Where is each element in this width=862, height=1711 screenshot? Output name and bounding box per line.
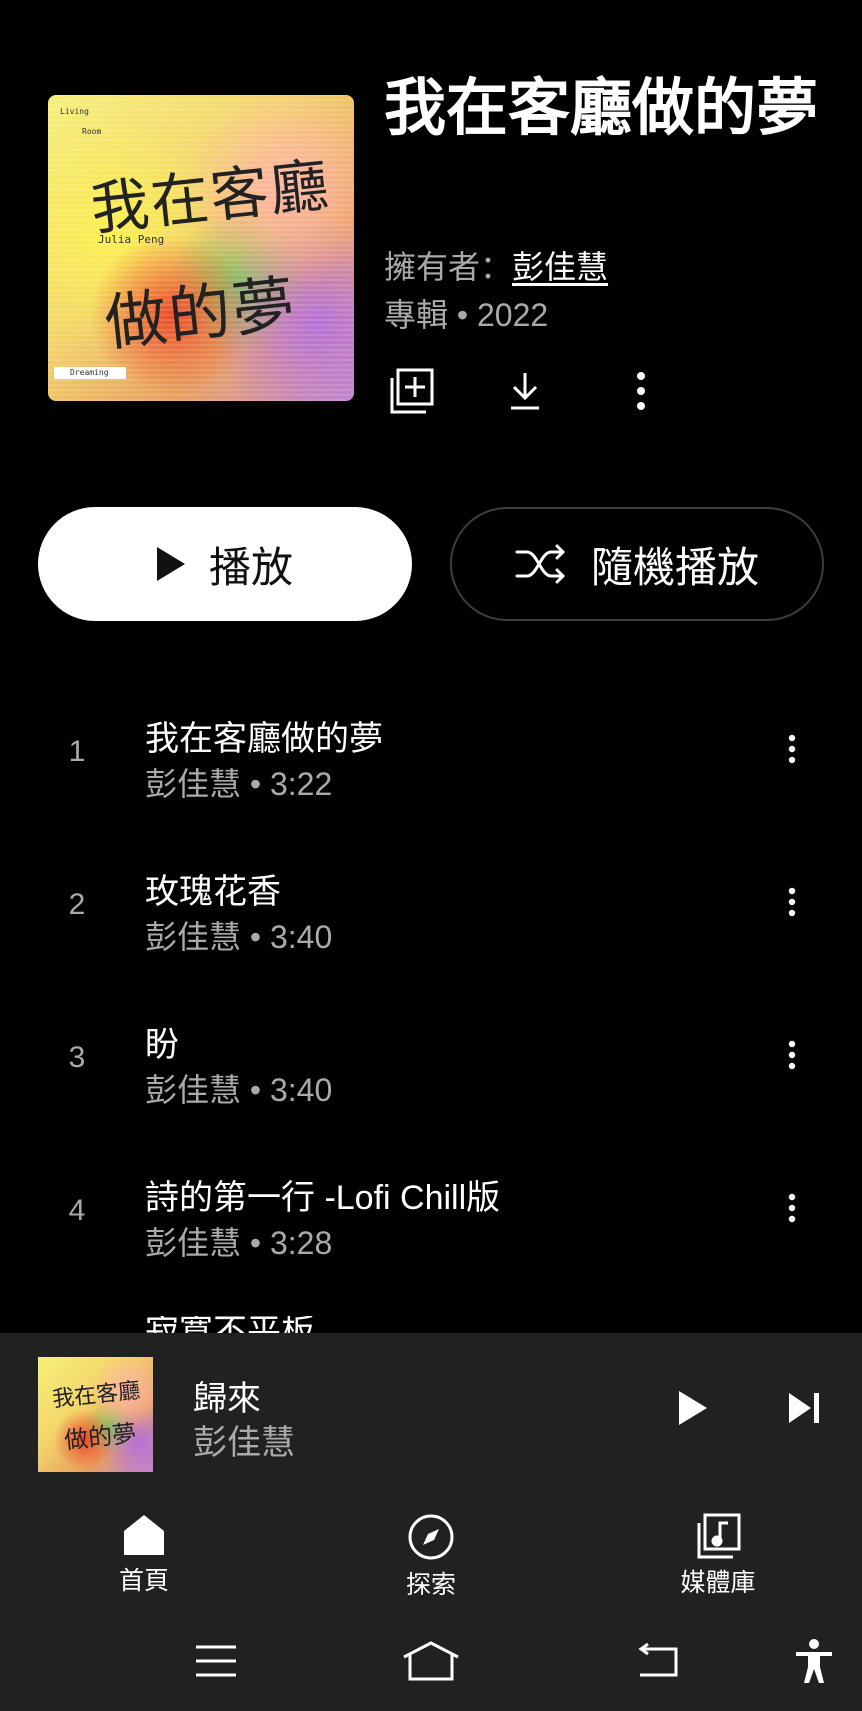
track-subtitle: 彭佳慧 • 3:28	[145, 1225, 333, 1261]
compass-icon	[408, 1514, 454, 1560]
track-number: 1	[68, 735, 86, 768]
track-more-button[interactable]	[776, 1184, 808, 1232]
now-playing-art: 我在客廳 做的夢	[38, 1357, 153, 1472]
track-row[interactable]: 2 玫瑰花香 彭佳慧 • 3:40	[0, 846, 862, 956]
nav-home[interactable]: 首頁	[74, 1513, 214, 1597]
more-vert-icon	[788, 1193, 796, 1223]
more-options-button[interactable]	[612, 362, 670, 420]
recent-apps-icon	[196, 1645, 236, 1677]
system-home-button[interactable]	[401, 1639, 461, 1683]
nav-label: 媒體庫	[680, 1569, 756, 1597]
home-icon	[124, 1515, 164, 1555]
back-icon	[638, 1643, 678, 1677]
track-more-button[interactable]	[776, 1031, 808, 1079]
owner-link[interactable]: 彭佳慧	[512, 249, 608, 285]
download-button[interactable]	[496, 362, 554, 420]
track-title: 寂寞不平板	[145, 1316, 315, 1333]
album-meta: 專輯 • 2022	[384, 297, 549, 333]
cover-artist: Julia Peng	[98, 233, 165, 246]
album-owner: 擁有者：彭佳慧	[384, 242, 608, 288]
more-vert-icon	[788, 887, 796, 917]
more-vert-icon	[788, 1040, 796, 1070]
bottom-nav: 首頁 探索 媒體庫	[0, 1493, 862, 1603]
add-to-library-button[interactable]	[382, 362, 440, 420]
mini-play-button[interactable]	[668, 1383, 718, 1433]
play-icon	[679, 1391, 707, 1425]
play-label: 播放	[208, 543, 293, 591]
track-row[interactable]: 4 詩的第一行 -Lofi Chill版 彭佳慧 • 3:28	[0, 1152, 862, 1262]
album-title: 我在客廳做的夢	[384, 74, 819, 143]
album-cover: Living Room 我在客廳 Julia Peng 做的夢 Dreaming	[48, 95, 354, 401]
track-title: 我在客廳做的夢	[145, 720, 383, 758]
shuffle-button[interactable]: 隨機播放	[450, 507, 824, 621]
play-icon	[156, 547, 185, 581]
back-button[interactable]	[628, 1639, 688, 1683]
nav-label: 探索	[405, 1571, 456, 1599]
track-number: 2	[68, 888, 86, 921]
library-music-icon	[697, 1513, 741, 1559]
track-more-button[interactable]	[776, 725, 808, 773]
next-button[interactable]	[780, 1383, 830, 1433]
cover-label: Room	[82, 127, 102, 136]
more-vert-icon	[637, 372, 645, 410]
track-row[interactable]: 1 我在客廳做的夢 彭佳慧 • 3:22	[0, 693, 862, 803]
home-icon	[403, 1641, 459, 1681]
mini-player[interactable]: 我在客廳 做的夢 歸來 彭佳慧	[0, 1333, 862, 1493]
cover-label: Living	[60, 107, 89, 116]
track-subtitle: 彭佳慧 • 3:22	[145, 766, 333, 802]
track-number: 3	[68, 1041, 86, 1074]
track-subtitle: 彭佳慧 • 3:40	[145, 1072, 333, 1108]
track-title: 詩的第一行 -Lofi Chill版	[145, 1179, 501, 1217]
owner-label: 擁有者：	[384, 249, 513, 285]
system-nav-bar	[0, 1603, 862, 1711]
art-title-line: 我在客廳	[51, 1378, 142, 1413]
track-more-button[interactable]	[776, 878, 808, 926]
recent-apps-button[interactable]	[186, 1639, 246, 1683]
play-button[interactable]: 播放	[38, 507, 412, 621]
track-subtitle: 彭佳慧 • 3:40	[145, 919, 333, 955]
cover-label: Dreaming	[70, 368, 109, 377]
download-icon	[511, 373, 539, 410]
accessibility-button[interactable]	[784, 1639, 844, 1683]
nav-label: 首頁	[118, 1567, 169, 1595]
nav-explore[interactable]: 探索	[361, 1513, 501, 1601]
shuffle-icon	[515, 544, 565, 584]
art-title-line: 做的夢	[62, 1419, 138, 1455]
shuffle-label: 隨機播放	[590, 543, 759, 591]
track-title: 盼	[145, 1026, 179, 1064]
add-to-library-icon	[390, 368, 434, 414]
track-row[interactable]: 3 盼 彭佳慧 • 3:40	[0, 999, 862, 1109]
track-row-partial[interactable]: 寂寞不平板	[145, 1316, 315, 1333]
now-playing-title: 歸來	[193, 1380, 261, 1418]
more-vert-icon	[788, 734, 796, 764]
now-playing-artist: 彭佳慧	[193, 1424, 295, 1462]
nav-library[interactable]: 媒體庫	[648, 1513, 788, 1599]
track-title: 玫瑰花香	[145, 873, 281, 911]
track-number: 4	[68, 1194, 86, 1227]
accessibility-icon	[796, 1639, 832, 1683]
skip-next-icon	[789, 1393, 819, 1423]
